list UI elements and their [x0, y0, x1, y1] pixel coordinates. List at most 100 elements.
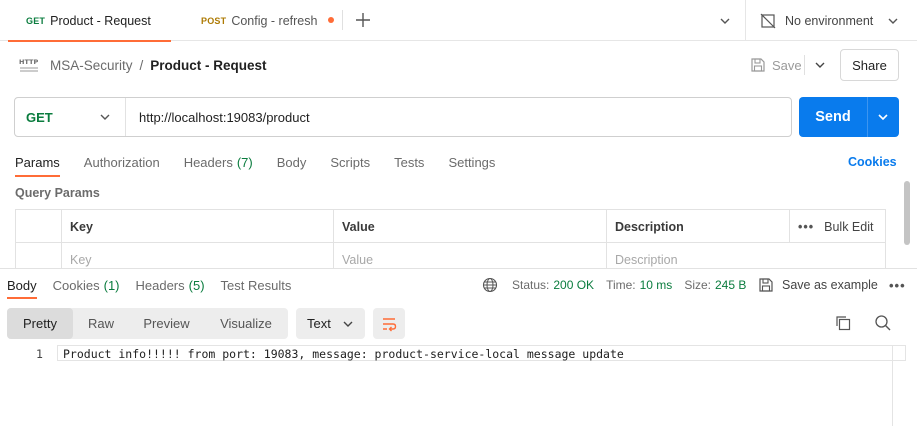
tab-count: (5): [188, 277, 205, 293]
line-number: 1: [36, 347, 43, 361]
scrollbar[interactable]: [904, 181, 910, 245]
plus-icon: [356, 13, 370, 27]
time-label: Time:: [606, 278, 636, 292]
tab-authorization[interactable]: Authorization: [84, 150, 160, 174]
save-options-button[interactable]: [808, 52, 832, 78]
wrap-lines-button[interactable]: [373, 308, 405, 339]
new-tab-button[interactable]: [353, 10, 373, 30]
request-url-bar: GET http://localhost:19083/product: [14, 97, 792, 137]
tab-label: Authorization: [83, 154, 160, 170]
tab-params[interactable]: Params: [15, 150, 60, 177]
svg-text:HTTP: HTTP: [19, 58, 38, 66]
save-divider: [804, 55, 805, 75]
save-button[interactable]: Save: [750, 52, 802, 78]
tab-label: Headers: [135, 277, 185, 293]
chevron-down-icon[interactable]: [874, 108, 892, 126]
breadcrumb-request-name[interactable]: Product - Request: [150, 58, 266, 73]
tab-label: Product - Request: [50, 13, 151, 28]
view-visualize[interactable]: Visualize: [204, 308, 288, 339]
save-as-example-label: Save as example: [782, 278, 878, 292]
save-label: Save: [772, 57, 802, 73]
search-button[interactable]: [874, 314, 892, 335]
search-icon: [875, 315, 891, 331]
tab-product-request[interactable]: GET Product - Request: [8, 0, 171, 42]
query-params-title: Query Params: [15, 186, 100, 200]
table-header-row: Key Value Description ••• Bulk Edit: [16, 210, 885, 243]
response-tabs: Body Cookies (1) Headers (5) Test Results: [7, 275, 307, 299]
share-button[interactable]: Share: [840, 49, 899, 81]
cookies-link[interactable]: Cookies: [848, 150, 897, 174]
chevron-down-icon: [815, 62, 825, 68]
breadcrumb: HTTP MSA-Security / Product - Request: [18, 52, 267, 78]
query-params-table: Key Value Description ••• Bulk Edit Key …: [15, 209, 886, 276]
response-tab-cookies[interactable]: Cookies (1): [53, 275, 120, 295]
tab-tests[interactable]: Tests: [394, 150, 424, 174]
status-value[interactable]: 200 OK: [553, 278, 594, 292]
tab-label: Test Results: [220, 277, 292, 293]
bulk-edit-label: Bulk Edit: [824, 219, 874, 234]
tab-divider: [342, 10, 343, 30]
tab-bar: GET Product - Request POST Config - refr…: [0, 0, 917, 42]
tab-label: Tests: [394, 154, 425, 170]
column-header-value: Value: [333, 210, 606, 243]
send-button[interactable]: Send: [799, 97, 899, 137]
copy-button[interactable]: [834, 314, 852, 335]
bulk-edit-button[interactable]: ••• Bulk Edit: [789, 210, 885, 243]
wrap-lines-icon: [383, 317, 397, 331]
unsaved-dot-icon: [328, 17, 334, 23]
environment-selector[interactable]: No environment: [760, 0, 910, 41]
tab-label: Settings: [448, 154, 496, 170]
save-as-example-button[interactable]: Save as example: [758, 275, 878, 295]
tab-method-badge: POST: [201, 15, 227, 26]
tab-label: Config - refresh: [231, 13, 318, 28]
chevron-down-icon: [888, 18, 898, 24]
editor-ruler: [892, 345, 893, 426]
send-divider: [867, 97, 868, 137]
format-select[interactable]: Text: [296, 308, 365, 339]
chevron-down-icon: [720, 18, 730, 24]
breadcrumb-collection[interactable]: MSA-Security: [50, 58, 133, 73]
save-icon: [759, 278, 773, 292]
tab-count: (7): [236, 154, 253, 170]
tab-method-badge: GET: [26, 15, 46, 26]
tab-list-dropdown-button[interactable]: [716, 12, 734, 30]
send-label: Send: [815, 109, 851, 125]
environment-label: No environment: [785, 13, 874, 28]
url-input[interactable]: http://localhost:19083/product: [139, 98, 310, 136]
tab-count: (1): [103, 277, 120, 293]
size-value[interactable]: 245 B: [715, 278, 746, 292]
request-tabs: Params Authorization Headers (7) Body Scr…: [15, 150, 519, 177]
response-tab-body[interactable]: Body: [7, 275, 37, 299]
view-raw[interactable]: Raw: [73, 308, 129, 339]
column-header-description: Description: [606, 210, 789, 243]
view-pretty[interactable]: Pretty: [7, 308, 73, 339]
tab-label: Cookies: [52, 277, 100, 293]
response-tab-test-results[interactable]: Test Results: [221, 275, 292, 295]
tab-label: Body: [7, 277, 37, 293]
tab-label: Headers: [183, 154, 233, 170]
more-options-icon[interactable]: •••: [889, 275, 906, 295]
status-label: Status:: [512, 278, 550, 292]
format-value: Text: [307, 316, 331, 331]
response-tab-headers[interactable]: Headers (5): [136, 275, 205, 295]
view-preview[interactable]: Preview: [129, 308, 204, 339]
code-line: Product info!!!!! from port: 19083, mess…: [63, 347, 624, 361]
save-icon: [751, 58, 765, 72]
tab-label: Body: [276, 154, 307, 170]
globe-icon[interactable]: [482, 277, 498, 293]
tab-config-refresh[interactable]: POST Config - refresh: [172, 0, 342, 41]
tab-settings[interactable]: Settings: [448, 150, 495, 174]
copy-icon: [836, 316, 851, 331]
method-value: GET: [26, 109, 53, 125]
response-body-editor[interactable]: 1 Product info!!!!! from port: 19083, me…: [0, 345, 906, 426]
http-request-icon: HTTP: [19, 58, 38, 72]
tab-body[interactable]: Body: [277, 150, 307, 174]
response-meta: Status: 200 OK Time: 10 ms Size: 245 B: [482, 275, 746, 295]
size-label: Size:: [684, 278, 711, 292]
tab-headers[interactable]: Headers (7): [184, 150, 253, 174]
tab-scripts[interactable]: Scripts: [330, 150, 370, 174]
response-view-switcher: Pretty Raw Preview Visualize: [7, 308, 288, 339]
chevron-down-icon: [100, 114, 110, 120]
time-value[interactable]: 10 ms: [640, 278, 673, 292]
method-select[interactable]: GET: [15, 98, 126, 136]
